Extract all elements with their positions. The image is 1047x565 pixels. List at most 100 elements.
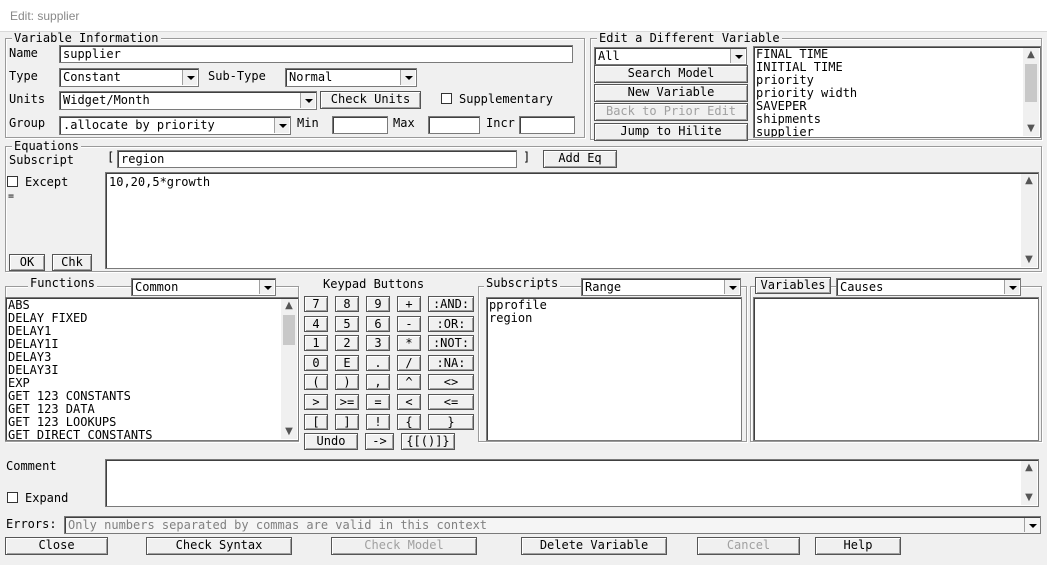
subscripts-filter-select[interactable]: Range <box>581 278 741 296</box>
keypad-key[interactable]: E <box>335 355 359 371</box>
comment-textarea[interactable]: ▲ ▼ <box>105 459 1039 507</box>
keypad-key[interactable]: <= <box>428 394 474 410</box>
keypad-key[interactable]: . <box>366 355 390 371</box>
keypad-key[interactable]: { <box>397 414 421 430</box>
keypad-key[interactable]: + <box>397 296 421 312</box>
list-item[interactable]: DELAY FIXED <box>8 312 296 325</box>
keypad-key[interactable]: , <box>366 374 390 390</box>
keypad-key[interactable]: 0 <box>304 355 328 371</box>
search-model-button[interactable]: Search Model <box>594 65 748 83</box>
keypad-key[interactable]: > <box>304 394 328 410</box>
check-syntax-button[interactable]: Check Syntax <box>146 537 292 555</box>
keypad-key[interactable]: 5 <box>335 316 359 332</box>
variables-button[interactable]: Variables <box>755 277 831 294</box>
scroll-thumb[interactable] <box>1025 64 1037 102</box>
list-item[interactable]: DELAY3I <box>8 364 296 377</box>
units-chevron-down-icon[interactable] <box>300 93 315 108</box>
subtype-select[interactable]: Normal <box>285 68 417 87</box>
functions-list[interactable]: ABS DELAY FIXED DELAY1 DELAY1I DELAY3 DE… <box>5 297 299 441</box>
incr-field[interactable] <box>519 116 575 134</box>
check-units-button[interactable]: Check Units <box>320 91 421 109</box>
check-model-button[interactable]: Check Model <box>331 537 477 555</box>
comment-scrollbar[interactable]: ▲ ▼ <box>1021 461 1037 505</box>
functions-filter-chevron-down-icon[interactable] <box>259 280 274 294</box>
variable-filter-select[interactable]: All <box>594 47 747 65</box>
keypad-key[interactable]: ] <box>335 414 359 430</box>
name-field[interactable]: supplier <box>59 45 573 63</box>
keypad-key[interactable]: / <box>397 355 421 371</box>
ok-button[interactable]: OK <box>9 254 45 271</box>
subscript-field[interactable]: region <box>117 150 517 168</box>
functions-filter-select[interactable]: Common <box>131 278 276 296</box>
equation-textarea[interactable]: 10,20,5*growth ▲ ▼ <box>105 172 1039 269</box>
functions-scrollbar[interactable]: ▲ ▼ <box>281 299 297 439</box>
expand-checkbox[interactable] <box>7 492 18 503</box>
keypad-key[interactable]: ( <box>304 374 328 390</box>
variables-causes-list[interactable] <box>753 297 1039 441</box>
jump-to-hilite-button[interactable]: Jump to Hilite <box>594 123 748 141</box>
variable-list[interactable]: FINAL TIME INITIAL TIME priority priorit… <box>753 46 1041 138</box>
max-field[interactable] <box>428 116 480 134</box>
subscripts-filter-chevron-down-icon[interactable] <box>724 280 739 294</box>
back-to-prior-edit-button[interactable]: Back to Prior Edit <box>594 103 748 121</box>
keypad-key[interactable]: 3 <box>366 335 390 351</box>
scroll-up-icon[interactable]: ▲ <box>281 299 297 313</box>
units-select[interactable]: Widget/Month <box>59 91 317 110</box>
scroll-up-icon[interactable]: ▲ <box>1023 48 1039 62</box>
scroll-down-icon[interactable]: ▼ <box>1021 491 1037 505</box>
keypad-key[interactable]: < <box>397 394 421 410</box>
supplementary-checkbox[interactable] <box>441 93 452 104</box>
variables-filter-chevron-down-icon[interactable] <box>1004 280 1019 294</box>
group-chevron-down-icon[interactable] <box>274 118 289 133</box>
variable-list-scrollbar[interactable]: ▲ ▼ <box>1023 48 1039 136</box>
type-chevron-down-icon[interactable] <box>182 70 197 85</box>
keypad-key[interactable]: 1 <box>304 335 328 351</box>
keypad-key[interactable]: 4 <box>304 316 328 332</box>
keypad-key[interactable]: = <box>366 394 390 410</box>
keypad-key[interactable]: } <box>428 414 474 430</box>
keypad-key[interactable]: [ <box>304 414 328 430</box>
list-item[interactable]: supplier <box>756 126 1038 138</box>
help-button[interactable]: Help <box>815 537 901 555</box>
except-checkbox[interactable] <box>7 176 18 187</box>
keypad-key[interactable]: 9 <box>366 296 390 312</box>
add-eq-button[interactable]: Add Eq <box>543 150 617 168</box>
keypad-key[interactable]: :NA: <box>428 355 474 371</box>
brackets-button[interactable]: {[()]} <box>401 433 455 450</box>
list-item[interactable]: region <box>489 312 739 325</box>
keypad-key[interactable]: 2 <box>335 335 359 351</box>
type-select[interactable]: Constant <box>59 68 199 87</box>
keypad-key[interactable]: ^ <box>397 374 421 390</box>
keypad-key[interactable]: 8 <box>335 296 359 312</box>
new-variable-button[interactable]: New Variable <box>594 84 748 102</box>
keypad-key[interactable]: * <box>397 335 421 351</box>
keypad-key[interactable]: :NOT: <box>428 335 474 351</box>
keypad-key[interactable]: <> <box>428 374 474 390</box>
undo-button[interactable]: Undo <box>304 433 358 450</box>
chk-button[interactable]: Chk <box>52 254 92 271</box>
errors-chevron-down-icon[interactable] <box>1024 518 1039 532</box>
keypad-key[interactable]: ! <box>366 414 390 430</box>
keypad-key[interactable]: - <box>397 316 421 332</box>
keypad-key[interactable]: 6 <box>366 316 390 332</box>
cancel-button[interactable]: Cancel <box>697 537 800 555</box>
keypad-key[interactable]: 7 <box>304 296 328 312</box>
scroll-thumb[interactable] <box>283 315 295 345</box>
scroll-down-icon[interactable]: ▼ <box>281 425 297 439</box>
subtype-chevron-down-icon[interactable] <box>400 70 415 85</box>
keypad-key[interactable]: >= <box>335 394 359 410</box>
keypad-key[interactable]: :OR: <box>428 316 474 332</box>
min-field[interactable] <box>332 116 388 134</box>
keypad-key[interactable]: ) <box>335 374 359 390</box>
variables-filter-select[interactable]: Causes <box>836 278 1021 296</box>
scroll-up-icon[interactable]: ▲ <box>1021 174 1037 188</box>
group-select[interactable]: .allocate by priority <box>59 116 291 135</box>
subscripts-list[interactable]: pprofile region <box>486 297 742 441</box>
arrow-button[interactable]: -> <box>365 433 394 450</box>
scroll-up-icon[interactable]: ▲ <box>1021 461 1037 475</box>
list-item[interactable]: DELAY1I <box>8 338 296 351</box>
close-button[interactable]: Close <box>5 537 108 555</box>
variable-filter-chevron-down-icon[interactable] <box>730 49 745 63</box>
errors-field[interactable]: Only numbers separated by commas are val… <box>64 516 1041 534</box>
scroll-down-icon[interactable]: ▼ <box>1021 253 1037 267</box>
